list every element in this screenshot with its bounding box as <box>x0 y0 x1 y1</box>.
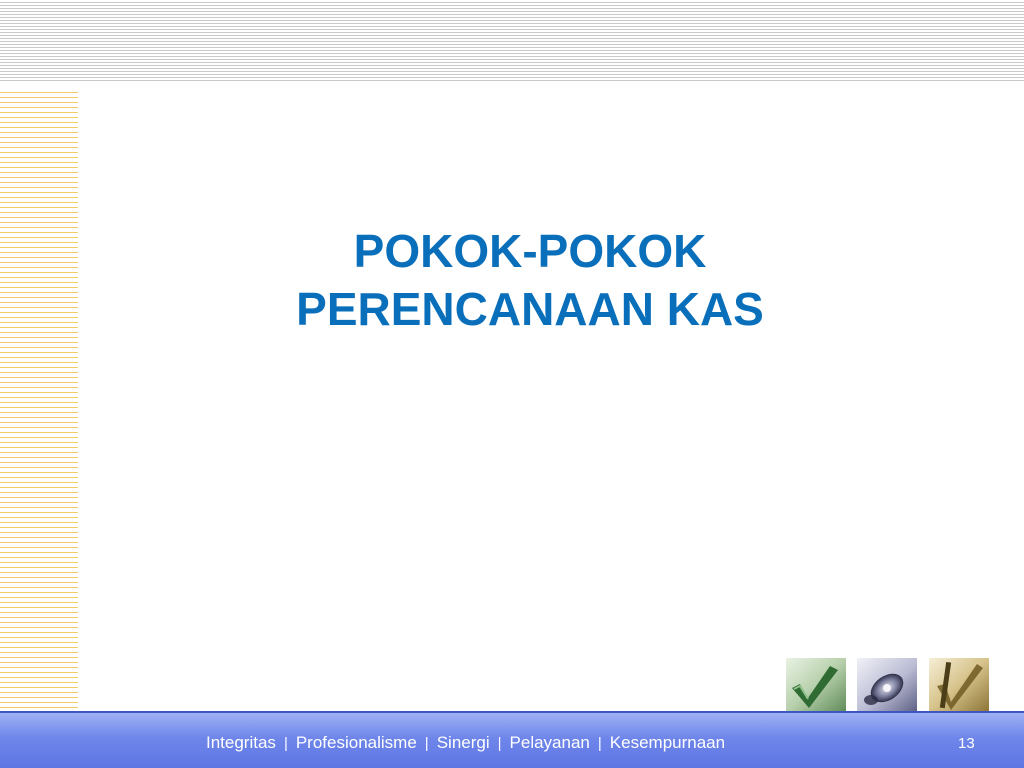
value-integritas: Integritas <box>206 733 276 752</box>
value-profesionalisme: Profesionalisme <box>295 733 417 752</box>
separator: | <box>283 735 288 752</box>
value-sinergi: Sinergi <box>436 733 490 752</box>
pen-checkmark-tile-icon <box>929 658 989 712</box>
value-pelayanan: Pelayanan <box>509 733 590 752</box>
value-kesempurnaan: Kesempurnaan <box>609 733 726 752</box>
checkmark-tile-icon <box>786 658 846 712</box>
top-stripe-band <box>0 0 1024 82</box>
left-stripe-band <box>0 88 78 710</box>
page-number: 13 <box>958 735 975 752</box>
slide-title-line-2: PERENCANAAN KAS <box>296 283 764 335</box>
values-line: Integritas | Profesionalisme | Sinergi | Pelay… <box>206 733 725 754</box>
footer-bar: Integritas | Profesionalisme | Sinergi | Pelay… <box>0 711 1024 768</box>
slide-title-line-1: POKOK-POKOK <box>353 225 707 277</box>
separator: | <box>424 735 429 752</box>
slide-title: POKOK-POKOK PERENCANAAN KAS <box>200 222 860 338</box>
disc-tile-icon <box>857 658 917 712</box>
separator: | <box>497 735 502 752</box>
slide: POKOK-POKOK PERENCANAAN KAS Integritas |… <box>0 0 1024 768</box>
separator: | <box>597 735 602 752</box>
